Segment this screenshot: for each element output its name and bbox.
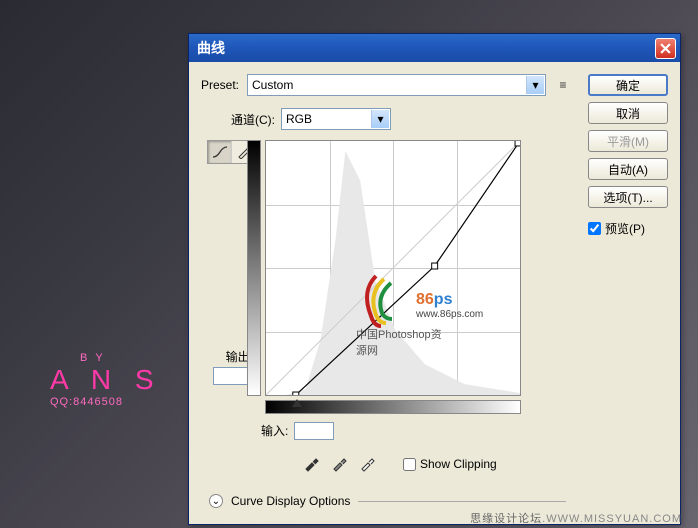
watermark: 86ps www.86ps.com 中国Photoshop资源网 [356, 271, 506, 334]
black-point-slider[interactable] [292, 399, 302, 407]
show-clipping-label: Show Clipping [420, 457, 497, 471]
smooth-button[interactable]: 平滑(M) [588, 130, 668, 152]
input-value[interactable] [294, 422, 334, 440]
cancel-button[interactable]: 取消 [588, 102, 668, 124]
wm-cn: 中国Photoshop资源网 [356, 326, 446, 358]
page-footer: 思缘设计论坛.WWW.MISSYUAN.COM [470, 510, 682, 526]
preview-checkbox[interactable] [588, 222, 601, 235]
dialog-title: 曲线 [197, 38, 655, 58]
chevron-down-icon: ▾ [371, 110, 389, 128]
black-eyedropper[interactable] [301, 454, 321, 474]
footer-en: .WWW.MISSYUAN.COM [542, 513, 682, 525]
preset-dropdown[interactable]: Custom ▾ [247, 74, 546, 96]
channel-value: RGB [286, 112, 312, 126]
watermark-logo-icon [356, 271, 406, 331]
channel-dropdown[interactable]: RGB ▾ [281, 108, 391, 130]
preset-menu-icon[interactable]: ≡ [552, 74, 574, 96]
curve-display-options-label: Curve Display Options [231, 494, 350, 508]
input-label: 输入: [261, 422, 288, 439]
expand-icon[interactable]: ⌄ [209, 494, 223, 508]
auto-button[interactable]: 自动(A) [588, 158, 668, 180]
eyedropper-icon [331, 456, 347, 472]
curves-dialog: 曲线 Preset: Custom ▾ ≡ 通道(C): RGB ▾ [188, 33, 681, 525]
chevron-down-icon: ▾ [526, 76, 544, 94]
show-clipping-checkbox[interactable] [403, 458, 416, 471]
options-button[interactable]: 选项(T)... [588, 186, 668, 208]
eyedropper-icon [303, 456, 319, 472]
sig-name: A N S [50, 364, 162, 396]
close-icon [660, 43, 671, 54]
channel-label: 通道(C): [231, 111, 275, 128]
footer-cn: 思缘设计论坛 [470, 513, 542, 525]
preview-label: 预览(P) [605, 220, 645, 237]
wm-86: 86 [416, 291, 434, 308]
preset-label: Preset: [201, 78, 241, 92]
sig-qq: QQ:8446508 [50, 396, 162, 408]
curve-graph[interactable]: 86ps www.86ps.com 中国Photoshop资源网 [265, 140, 521, 396]
input-gradient[interactable] [265, 400, 521, 414]
eyedropper-icon [359, 456, 375, 472]
gray-eyedropper[interactable] [329, 454, 349, 474]
wm-url: www.86ps.com [416, 309, 506, 320]
preset-value: Custom [252, 78, 293, 92]
preview-check[interactable]: 预览(P) [588, 220, 668, 237]
curve-icon [212, 145, 228, 159]
close-button[interactable] [655, 38, 676, 59]
output-gradient [247, 140, 261, 396]
wm-ps: ps [434, 291, 453, 308]
divider [358, 501, 566, 502]
background-signature: BY A N S QQ:8446508 [0, 352, 162, 408]
show-clipping-check[interactable]: Show Clipping [403, 457, 497, 471]
titlebar[interactable]: 曲线 [189, 34, 680, 62]
sig-by: BY [80, 352, 162, 364]
white-eyedropper[interactable] [357, 454, 377, 474]
curve-point-tool[interactable] [208, 141, 232, 163]
ok-button[interactable]: 确定 [588, 74, 668, 96]
